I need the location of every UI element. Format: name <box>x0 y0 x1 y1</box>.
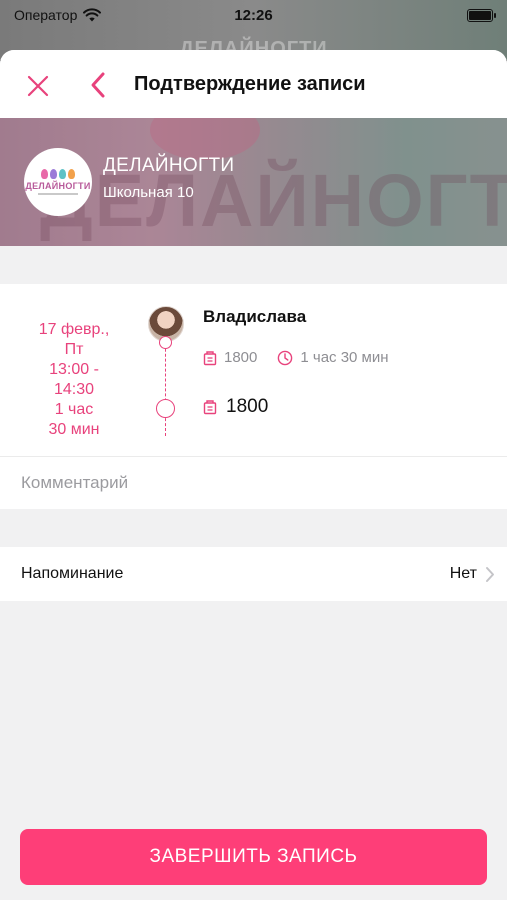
battery-icon <box>467 8 496 22</box>
service-duration: 1 час 30 мин <box>277 349 389 366</box>
salon-logo: ДЕЛАЙНОГТИ <box>24 148 92 216</box>
timeline-node <box>159 336 172 349</box>
chevron-left-icon[interactable] <box>86 70 110 100</box>
carrier-label: Оператор <box>14 7 78 23</box>
carrier: Оператор <box>14 7 102 23</box>
timeline-node-total <box>156 399 175 418</box>
confirm-booking-sheet: Подтверждение записи ДЕЛАЙНОГТИ ДЕЛАЙНОГ… <box>0 50 507 900</box>
date-line: 17 февр., <box>38 321 110 338</box>
salon-address: Школьная 10 <box>103 184 194 201</box>
logo-drops <box>41 169 75 179</box>
appointment-card: 17 февр., Пт 13:00 - 14:30 1 час 30 мин … <box>0 284 507 456</box>
clock-icon <box>278 350 293 365</box>
salon-banner: ДЕЛАЙНОГТИ ДЕЛАЙНОГТИ ДЕЛАЙНОГТИ Школьна… <box>0 118 507 246</box>
service-price: 1800 <box>203 349 257 366</box>
date-line: 1 час <box>54 401 94 418</box>
page-title: Подтверждение записи <box>134 73 366 95</box>
reminder-row[interactable]: Напоминание Нет <box>0 547 507 601</box>
close-icon[interactable] <box>24 72 52 100</box>
reminder-value: Нет <box>449 565 477 582</box>
logo-underline <box>38 193 78 195</box>
nav-bar: Подтверждение записи <box>0 50 507 118</box>
service-price-value: 1800 <box>224 349 258 366</box>
master-name: Владислава <box>203 307 307 326</box>
finish-booking-button[interactable]: ЗАВЕРШИТЬ ЗАПИСЬ <box>20 829 487 885</box>
price-tag-icon <box>203 400 217 415</box>
salon-name: ДЕЛАЙНОГТИ <box>103 155 235 176</box>
total-price-value: 1800 <box>226 396 269 417</box>
service-duration-value: 1 час 30 мин <box>300 349 389 366</box>
chevron-right-icon <box>486 566 494 582</box>
price-tag-icon <box>203 350 217 365</box>
wifi-icon <box>83 8 102 22</box>
date-line: 14:30 <box>53 381 95 398</box>
date-line: 13:00 - <box>49 361 99 378</box>
date-line: 30 мин <box>48 421 100 438</box>
comment-input[interactable] <box>21 473 481 493</box>
date-line: Пт <box>64 341 84 358</box>
appointment-date: 17 февр., Пт 13:00 - 14:30 1 час 30 мин <box>14 320 134 440</box>
status-bar: Оператор 12:26 <box>0 0 507 30</box>
comment-row <box>0 457 507 509</box>
logo-text: ДЕЛАЙНОГТИ <box>25 181 91 191</box>
reminder-label: Напоминание <box>21 565 124 582</box>
total-price: 1800 <box>203 396 268 418</box>
service-meta: 1800 1 час 30 мин <box>203 349 389 366</box>
